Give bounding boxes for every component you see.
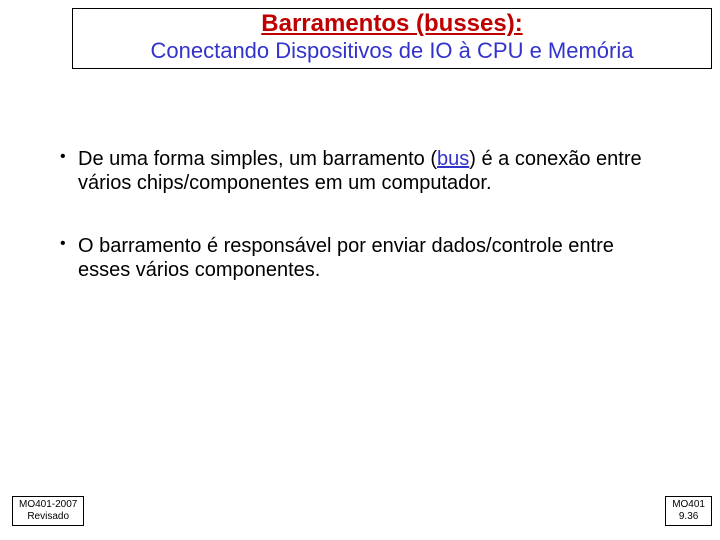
slide-content: De uma forma simples, um barramento (bus… bbox=[60, 148, 660, 322]
footer-right-line1: MO401 bbox=[672, 499, 705, 511]
bullet-item: De uma forma simples, um barramento (bus… bbox=[60, 148, 660, 195]
footer-left-line1: MO401-2007 bbox=[19, 499, 77, 511]
bullet-text-pre: De uma forma simples, um barramento ( bbox=[78, 148, 437, 170]
bullet-text-pre: O barramento é responsável por enviar da… bbox=[78, 235, 614, 281]
slide-subtitle: Conectando Dispositivos de IO à CPU e Me… bbox=[79, 38, 705, 63]
footer-right-box: MO401 9.36 bbox=[665, 496, 712, 526]
bullet-item: O barramento é responsável por enviar da… bbox=[60, 235, 660, 282]
highlighted-term: bus bbox=[437, 148, 469, 170]
footer-left-box: MO401-2007 Revisado bbox=[12, 496, 84, 526]
header-box: Barramentos (busses): Conectando Disposi… bbox=[72, 8, 712, 69]
footer-right-line2: 9.36 bbox=[672, 511, 705, 523]
slide-title: Barramentos (busses): bbox=[79, 11, 705, 37]
footer-left-line2: Revisado bbox=[19, 511, 77, 523]
